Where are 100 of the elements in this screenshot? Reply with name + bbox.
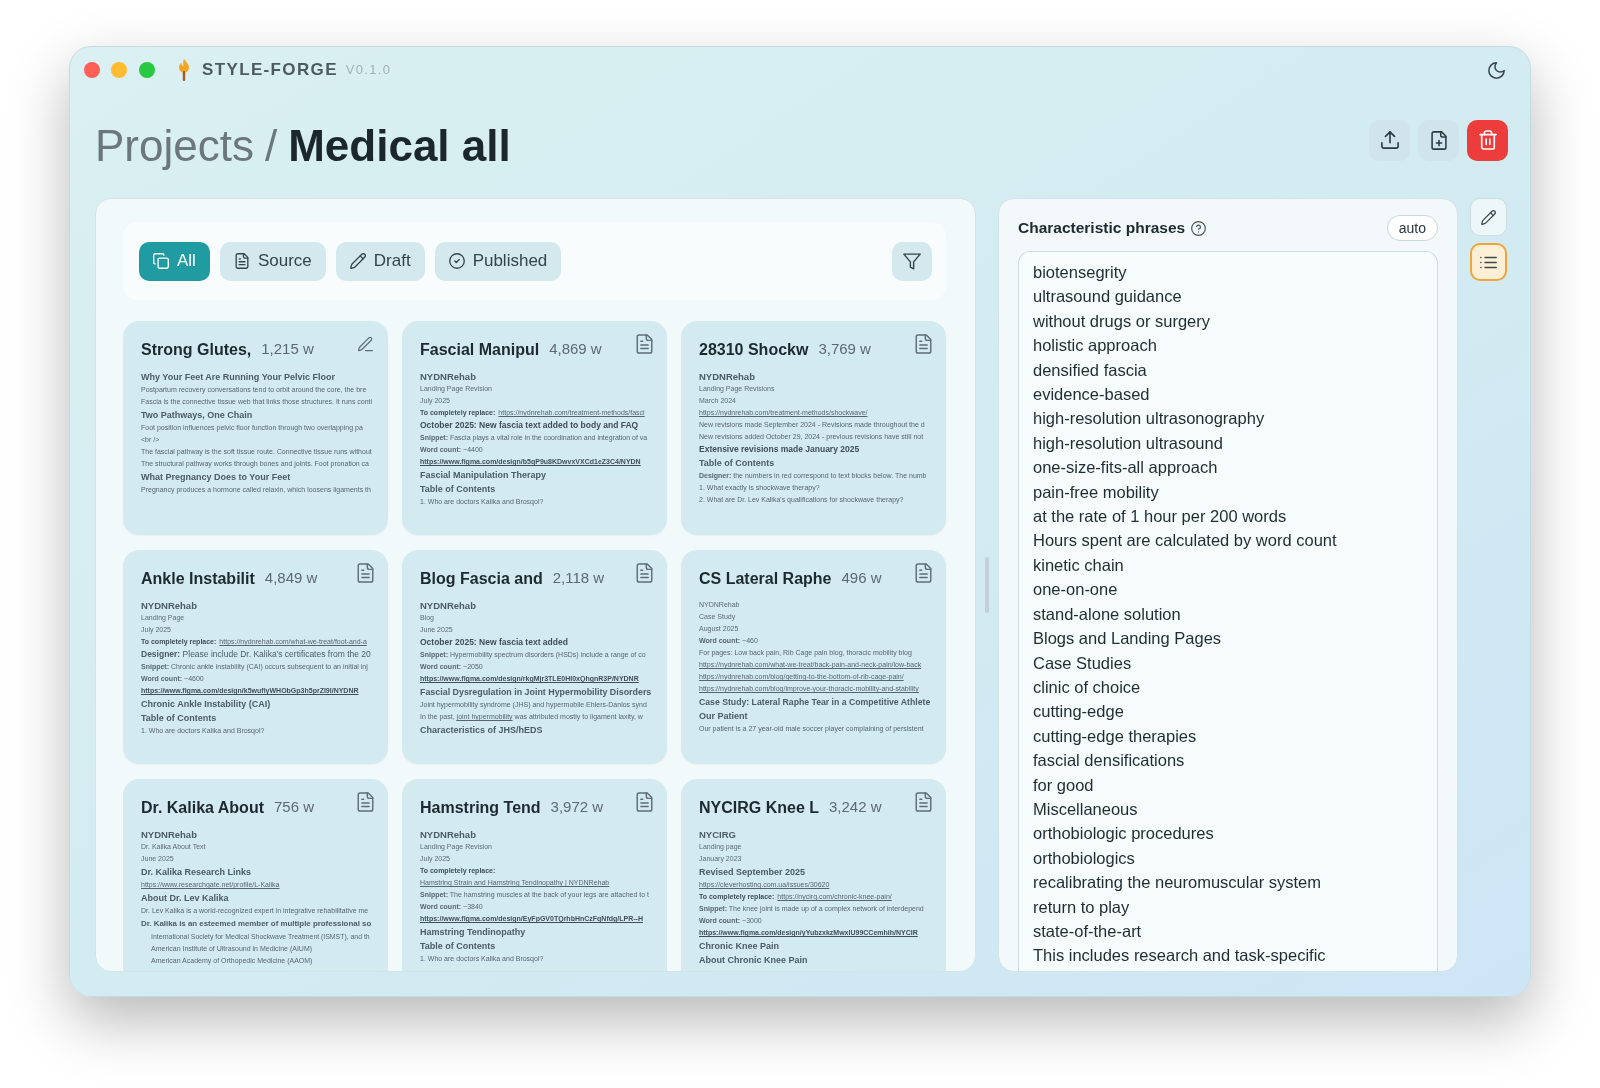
document-card[interactable] [402,779,667,971]
add-document-button[interactable] [1418,119,1459,161]
document-icon [636,334,653,354]
word-count: 4,849 w [264,568,318,588]
phrase-text: return to play [1033,896,1130,918]
phrases-field[interactable] [1018,251,1438,971]
phrase-text: cutting-edge [1033,701,1124,723]
phrase-text: for good [1033,774,1094,796]
trash-icon [1478,130,1497,150]
phrase-text: one-size-fits-all approach [1033,457,1218,479]
card-title: Dr. Kalika About [141,798,264,818]
file-plus-icon [1430,130,1447,150]
document-icon [233,253,250,269]
client-name: NYCIRG [699,828,736,841]
edit-tool-button[interactable] [1470,198,1507,236]
client-name: NYDNRehab [141,828,197,841]
version-text: V0.1.0 [345,61,392,80]
phrase-text: pain-free mobility [1033,481,1159,503]
document-card[interactable] [123,321,388,535]
document-icon [636,792,653,812]
client-name: NYDNRehab [420,828,476,841]
word-count: 4,869 w [549,339,602,359]
document-card[interactable] [681,321,946,535]
filter-tab[interactable]: All [139,241,210,281]
word-count: 756 w [274,797,314,817]
phrase-text: Hours spent are calculated by word count [1033,530,1337,552]
document-card[interactable] [123,779,388,971]
filter-tab[interactable]: Published [434,241,562,281]
delete-button[interactable] [1467,119,1508,161]
filter-tab[interactable]: Source [219,241,326,281]
mode-toggle[interactable]: auto [1386,215,1438,241]
phrase-text: state-of-the-art [1033,920,1142,942]
document-icon [915,792,932,812]
card-title: Fascial Manipul [420,340,540,360]
phrase-text: fascial densifications [1033,750,1185,772]
section-heading: Fascial Dysregulation in Joint Hypermobility Disorders [420,686,652,699]
phrase-text: evidence-based [1033,384,1150,406]
phrase-text: recalibrating the neuromuscular system [1033,872,1321,894]
document-card[interactable] [402,550,667,764]
section-heading: Table of Contents [420,940,496,953]
phrase-text: clinic of choice [1033,676,1141,698]
document-icon [915,334,932,354]
filter-button[interactable] [892,241,932,281]
card-title: NYCIRG Knee L [699,798,819,818]
section-heading: Dr. Kalika Research Links [141,866,252,879]
moon-icon[interactable] [1488,61,1505,79]
section-heading: Characteristics of JHS/hEDS [420,724,543,737]
document-card[interactable] [681,779,946,971]
section-heading: Table of Contents [420,483,496,496]
card-title: Strong Glutes, [141,340,252,360]
filter-tab[interactable]: Draft [335,241,425,281]
filter-icon [903,252,921,270]
section-heading: Table of Contents [141,712,217,725]
upload-icon [1380,131,1399,149]
phrase-text: without drugs or surgery [1033,310,1210,332]
phrase-text: ultrasound guidance [1033,286,1182,308]
phrase-text: high-resolution ultrasound [1033,432,1223,454]
pencil-icon [1480,209,1497,225]
section-heading: Revised September 2025 [699,866,806,879]
phrase-text: Blogs and Landing Pages [1033,628,1222,650]
revision-note: October 2025: New fascia text added [420,636,568,649]
phrase-text: Miscellaneous [1033,798,1138,820]
check-circle-icon [448,253,465,269]
section-heading: Chronic Ankle Instability (CAI) [141,698,271,711]
phrase-text: holistic approach [1033,335,1157,357]
section-heading: Our Patient [699,710,748,723]
client-name: NYDNRehab [420,599,476,612]
section-heading: Hamstring Tendinopathy [420,926,526,939]
phrase-text: one-on-one [1033,579,1118,601]
torch-icon [179,59,189,81]
phrase-text: biotensegrity [1033,262,1127,283]
section-heading: Fascial Manipulation Therapy [420,469,547,482]
client-name: NYDNRehab [420,370,476,383]
document-card[interactable] [402,321,667,535]
pencil-icon [349,253,366,269]
page-title: Medical all [288,119,511,172]
phrase-text: at the rate of 1 hour per 200 words [1033,506,1287,528]
document-card[interactable] [123,550,388,764]
section-heading: Table of Contents [699,457,775,470]
section-heading: What Pregnancy Does to Your Feet [141,471,291,484]
breadcrumb-separator: / [264,119,278,172]
phrase-text: orthobiologic procedures [1033,823,1214,845]
word-count: 1,215 w [261,339,314,359]
document-icon [915,563,932,583]
help-icon[interactable] [1191,220,1207,236]
document-card[interactable] [681,550,946,764]
close-button[interactable] [84,62,100,78]
copy-icon [153,253,169,269]
section-heading: Why Your Feet Are Running Your Pelvic Floor [141,371,336,384]
phrase-text: cutting-edge therapies [1033,725,1197,747]
app-name: STYLE-FORGE [202,59,338,82]
pen-line-icon [357,334,374,354]
breadcrumb-link[interactable]: Projects [95,119,254,172]
section-heading: Case Study: Lateral Raphe Tear in a Competitive Athlete [699,696,931,709]
list-tool-button[interactable] [1470,243,1507,281]
upload-button[interactable] [1369,119,1410,161]
card-title: 28310 Shockw [699,340,809,360]
word-count: 3,242 w [829,797,882,817]
section-heading: Chronic Knee Pain [699,940,779,953]
card-title: Blog Fascia and [420,569,543,589]
